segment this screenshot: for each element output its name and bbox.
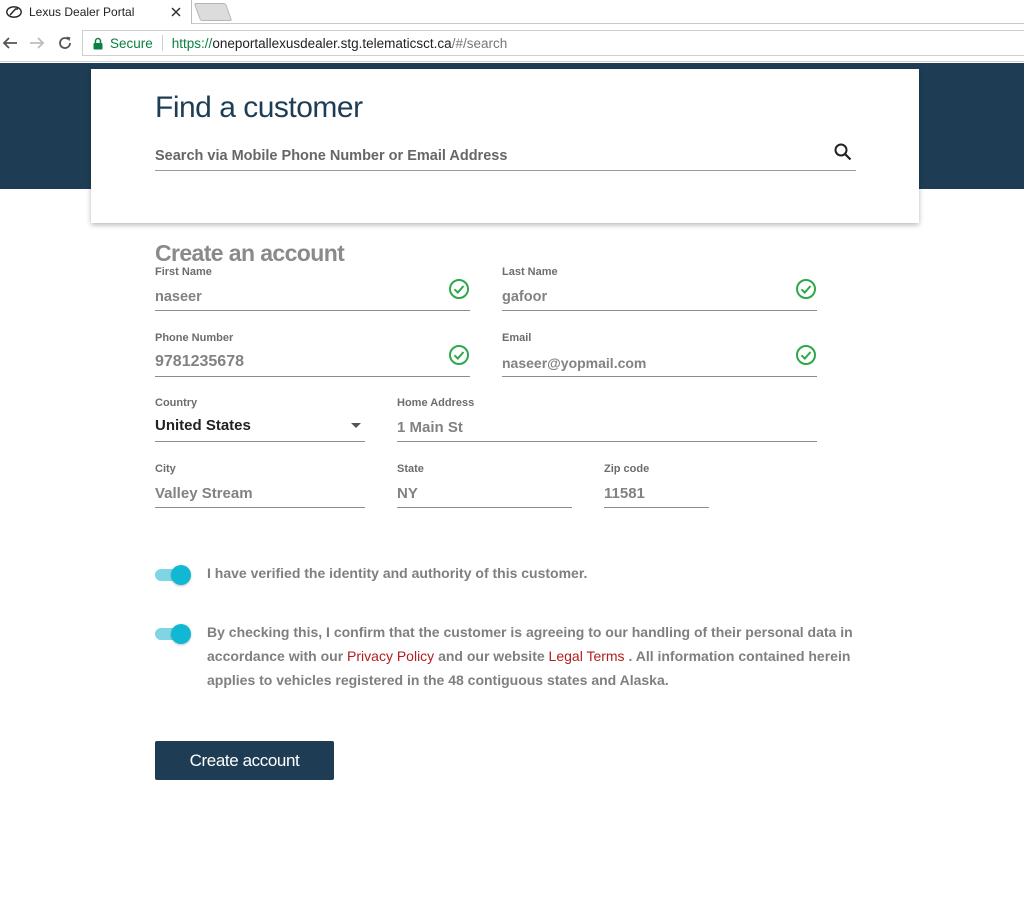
browser-tabstrip: Lexus Dealer Portal (0, 0, 1024, 24)
phone-label: Phone Number (155, 332, 234, 344)
last-name-label: Last Name (502, 266, 558, 278)
country-label: Country (155, 397, 198, 409)
state-label: State (397, 463, 424, 475)
valid-check-icon (796, 279, 816, 299)
first-name-label: First Name (155, 266, 212, 278)
state-input[interactable] (397, 482, 572, 504)
verify-identity-toggle[interactable] (155, 565, 191, 585)
lexus-logo-icon (6, 4, 22, 20)
form-title: Create an account (155, 240, 345, 266)
privacy-policy-link[interactable]: Privacy Policy (347, 648, 434, 664)
phone-field: Phone Number (155, 332, 470, 377)
email-field: Email (502, 332, 817, 377)
email-label: Email (502, 332, 532, 344)
city-label: City (155, 463, 176, 475)
back-arrow-icon[interactable] (0, 33, 20, 53)
first-name-field: First Name (155, 266, 470, 311)
omnibox-divider (161, 35, 163, 51)
valid-check-icon (449, 345, 469, 365)
email-input[interactable] (502, 352, 817, 374)
search-input[interactable] (155, 145, 815, 167)
url-path: /#/search (451, 35, 508, 51)
consent-text: By checking this, I confirm that the cus… (207, 620, 867, 692)
last-name-input[interactable] (502, 286, 817, 308)
last-name-field: Last Name (502, 266, 817, 311)
search-icon[interactable] (832, 141, 854, 163)
city-field: City (155, 463, 365, 508)
toggle-knob (171, 565, 191, 585)
legal-terms-link[interactable]: Legal Terms (549, 648, 625, 664)
forward-arrow-icon[interactable] (27, 33, 47, 53)
verify-identity-text: I have verified the identity and authori… (207, 565, 588, 581)
secure-label: Secure (110, 35, 153, 51)
search-card: Find a customer (91, 69, 919, 223)
zip-input[interactable] (604, 482, 709, 504)
phone-input[interactable] (155, 351, 470, 373)
lock-icon (93, 36, 104, 50)
page-title: Find a customer (155, 91, 363, 124)
close-tab-icon[interactable] (169, 5, 183, 19)
valid-check-icon (449, 279, 469, 299)
address-field: Home Address (397, 397, 817, 442)
chevron-down-icon[interactable] (351, 423, 361, 428)
address-input[interactable] (397, 416, 817, 438)
country-select[interactable]: Country United States (155, 397, 365, 442)
zip-label: Zip code (604, 463, 650, 475)
url-scheme: https:// (171, 35, 213, 51)
url-host: oneportallexusdealer.stg.telematicsct.ca (212, 35, 452, 51)
first-name-input[interactable] (155, 286, 470, 308)
reload-icon[interactable] (55, 33, 75, 53)
create-account-button[interactable]: Create account (155, 741, 334, 780)
url-text: https://oneportallexusdealer.stg.telemat… (172, 36, 507, 51)
consent-toggle[interactable] (155, 624, 191, 644)
search-field (155, 141, 856, 171)
state-field: State (397, 463, 572, 508)
tab-title: Lexus Dealer Portal (29, 5, 135, 19)
valid-check-icon (796, 345, 816, 365)
address-label: Home Address (397, 397, 475, 409)
zip-field: Zip code (604, 463, 709, 508)
address-bar[interactable]: Secure https://oneportallexusdealer.stg.… (82, 30, 1024, 56)
browser-tab[interactable]: Lexus Dealer Portal (0, 0, 192, 24)
new-tab-button[interactable] (193, 3, 233, 21)
toggle-knob (171, 624, 191, 644)
country-value: United States (155, 417, 251, 434)
consent-text-part-2: and our website (434, 648, 549, 664)
city-input[interactable] (155, 482, 365, 504)
browser-toolbar: Secure https://oneportallexusdealer.stg.… (0, 25, 1024, 62)
